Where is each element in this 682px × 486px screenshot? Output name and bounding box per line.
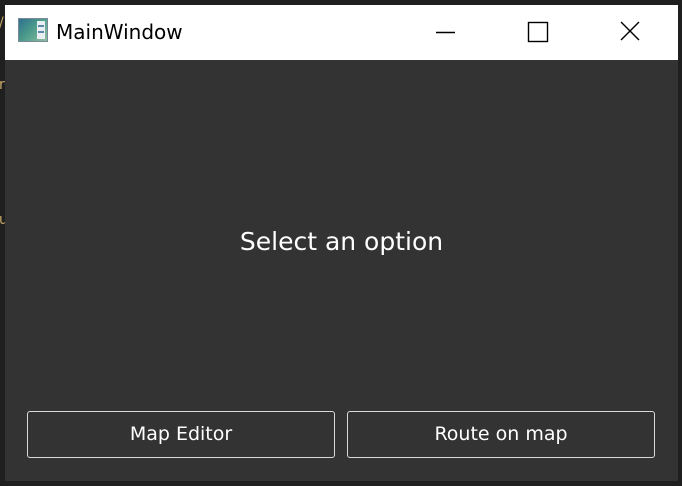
minimize-icon bbox=[436, 31, 455, 34]
maximize-button[interactable] bbox=[492, 5, 584, 60]
route-on-map-button[interactable]: Route on map bbox=[347, 411, 655, 458]
close-icon bbox=[620, 21, 640, 41]
main-window: MainWindow Select an option Map Editor R… bbox=[5, 5, 678, 481]
app-window-icon bbox=[18, 18, 48, 42]
close-button[interactable] bbox=[584, 5, 676, 60]
background-window-glyph: / bbox=[0, 16, 4, 30]
maximize-icon bbox=[527, 21, 549, 43]
window-title: MainWindow bbox=[56, 20, 183, 44]
map-editor-button[interactable]: Map Editor bbox=[27, 411, 335, 458]
window-content: Select an option Map Editor Route on map bbox=[5, 60, 678, 481]
prompt-label: Select an option bbox=[239, 227, 444, 256]
title-bar[interactable]: MainWindow bbox=[5, 5, 678, 60]
minimize-button[interactable] bbox=[400, 5, 492, 60]
